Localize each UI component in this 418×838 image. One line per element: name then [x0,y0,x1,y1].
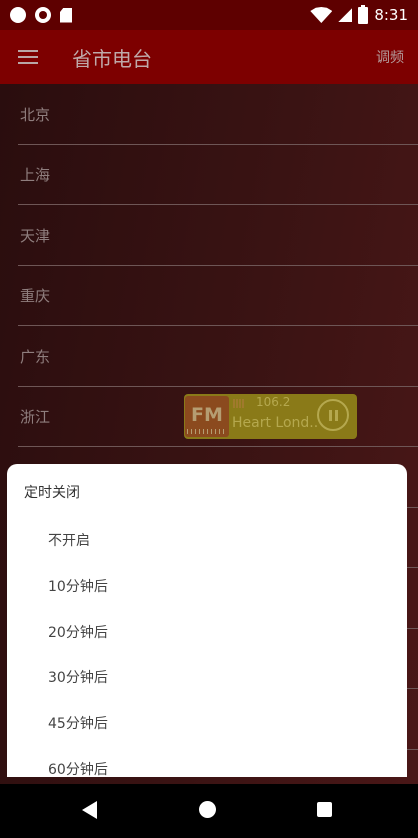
timer-option-60[interactable]: 60分钟后 [48,759,108,777]
page-title: 省市电台 [72,46,152,71]
mini-player[interactable]: FM 106.2 Heart Lond.. [184,394,357,439]
timer-option-20[interactable]: 20分钟后 [48,622,108,642]
list-item[interactable]: 重庆 [18,265,418,326]
timer-option-45[interactable]: 45分钟后 [48,713,108,733]
tune-button[interactable]: 调频 [376,47,404,67]
home-icon[interactable] [199,801,216,818]
dial-ticks-icon [187,429,227,434]
timer-option-30[interactable]: 30分钟后 [48,667,108,687]
list-item-label: 广东 [20,348,51,366]
dialog-title: 定时关闭 [24,485,80,501]
timer-dialog: 定时关闭 不开启 10分钟后 20分钟后 30分钟后 45分钟后 60分钟后 [7,464,407,777]
list-item[interactable]: 天津 [18,205,418,266]
list-item-label: 天津 [20,227,51,245]
app-bar: 省市电台 调频 [0,30,418,84]
list-item-label: 上海 [20,166,51,184]
menu-icon[interactable] [18,50,38,64]
wifi-icon [310,7,333,23]
status-bar: 8:31 [0,0,418,30]
player-frequency: 106.2 [256,395,291,409]
navigation-bar [0,784,418,838]
list-item-label: 浙江 [20,408,51,426]
sd-card-icon [60,7,72,23]
station-logo: FM [185,396,229,437]
notification-circle-icon [10,7,26,23]
cellular-signal-icon [338,8,353,22]
list-item-label: 北京 [20,106,51,124]
list-item-label: 重庆 [20,287,51,305]
station-logo-text: FM [191,404,223,426]
list-item[interactable]: 广东 [18,326,418,387]
timer-option-off[interactable]: 不开启 [48,530,90,550]
pause-icon[interactable] [317,399,349,431]
list-item[interactable]: 上海 [18,144,418,205]
recent-apps-icon[interactable] [317,802,332,817]
battery-icon [358,4,369,24]
timer-option-10[interactable]: 10分钟后 [48,576,108,596]
record-icon [35,7,51,23]
status-time: 8:31 [374,6,408,24]
player-station-name: Heart Lond.. [232,415,319,431]
back-icon[interactable] [82,801,97,819]
equalizer-icon [233,399,245,408]
list-item[interactable]: 北京 [18,84,418,145]
